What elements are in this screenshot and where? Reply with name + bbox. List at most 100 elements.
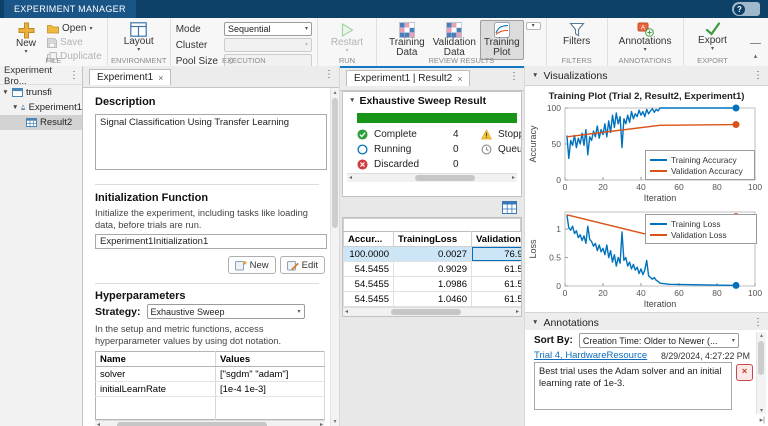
- initialization-function-input[interactable]: [95, 234, 327, 249]
- tab-experiment1[interactable]: Experiment1 ×: [89, 69, 171, 85]
- annotations-scrollbar[interactable]: ▴ ▾: [756, 332, 766, 414]
- hyper-col-values[interactable]: Values: [216, 352, 325, 367]
- table-cell[interactable]: 76.92: [472, 247, 523, 262]
- sweep-hscrollbar[interactable]: ◂ ▸: [347, 173, 517, 182]
- folder-icon: [47, 24, 59, 34]
- table-cell[interactable]: 54.5455: [344, 262, 394, 277]
- export-button[interactable]: Export ▾: [692, 20, 734, 54]
- filters-button[interactable]: Filters: [556, 20, 598, 49]
- close-icon[interactable]: ×: [158, 73, 163, 83]
- table-row[interactable]: initialLearnRate [1e-4 1e-3]: [96, 382, 325, 397]
- panel-menu-icon[interactable]: ⋮: [324, 70, 334, 80]
- tab-result2[interactable]: Experiment1 | Result2 ×: [346, 70, 470, 86]
- result-column-header[interactable]: TrainingLoss: [394, 232, 472, 247]
- training-data-button[interactable]: Training Data: [385, 20, 429, 60]
- annotations-button[interactable]: A Annotations ▾: [615, 20, 676, 55]
- annotation-trial-link[interactable]: Trial 4, HardwareResource: [534, 350, 647, 361]
- run-group-label: RUN: [318, 56, 376, 65]
- arrow-right-icon[interactable]: ▸: [320, 421, 323, 426]
- sort-by-select[interactable]: Creation Time: Older to Newer (... ▾: [579, 333, 739, 348]
- panel-menu-icon[interactable]: ⋮: [69, 71, 79, 81]
- tree-expander-icon[interactable]: ▼: [2, 89, 9, 96]
- plot-gallery-dropdown-button[interactable]: ▾: [526, 22, 541, 30]
- save-button[interactable]: Save: [47, 36, 102, 49]
- table-row[interactable]: 100.00000.002776.92: [344, 247, 523, 262]
- description-textarea[interactable]: Signal Classification Using Transfer Lea…: [95, 114, 327, 170]
- hyper-table-hscrollbar[interactable]: ◂ ▸: [95, 420, 325, 426]
- hyper-cell[interactable]: [1e-4 1e-3]: [216, 382, 325, 397]
- toolstrip-tab-experiment-manager[interactable]: EXPERIMENT MANAGER: [4, 0, 136, 18]
- table-row[interactable]: 54.54551.098661.53: [344, 277, 523, 292]
- warning-icon: [481, 129, 492, 140]
- status-value: 4: [453, 129, 459, 140]
- table-cell[interactable]: 61.53: [472, 277, 523, 292]
- caret-down-icon: ▾: [137, 47, 140, 53]
- panel-menu-icon[interactable]: ⋮: [753, 318, 763, 328]
- arrow-left-icon[interactable]: ◂: [349, 174, 352, 182]
- tree-item-project[interactable]: ▼ trunsfi: [0, 85, 82, 100]
- table-cell[interactable]: 54.5455: [344, 277, 394, 292]
- validation-data-label: Validation Data: [433, 38, 476, 58]
- close-icon[interactable]: ×: [457, 74, 462, 84]
- table-row[interactable]: 54.54550.902961.53: [344, 262, 523, 277]
- table-row[interactable]: 54.54551.046061.53: [344, 292, 523, 307]
- arrow-left-icon[interactable]: ◂: [97, 421, 100, 426]
- result-column-header[interactable]: Accur...: [344, 232, 394, 247]
- hyper-cell[interactable]: solver: [96, 367, 216, 382]
- help-button[interactable]: ?: [732, 2, 760, 16]
- hyper-col-name[interactable]: Name: [96, 352, 216, 367]
- table-cell[interactable]: 0.9029: [394, 262, 472, 277]
- validation-data-button[interactable]: Validation Data: [429, 20, 480, 60]
- result-column-header[interactable]: ValidationAcc...: [472, 232, 523, 247]
- arrow-up-icon[interactable]: ▴: [757, 332, 766, 339]
- open-button[interactable]: Open ▾: [47, 22, 102, 35]
- annotation-note-textarea[interactable]: Best trial uses the Adam solver and an i…: [534, 362, 732, 410]
- arrow-right-icon[interactable]: ▸: [512, 174, 515, 182]
- restart-button[interactable]: Restart ▾: [326, 20, 368, 56]
- experiment-panel-scrollbar[interactable]: ▴ ▾: [330, 88, 339, 426]
- corner-scroll-icon[interactable]: ▸|: [760, 416, 765, 424]
- svg-text:0: 0: [563, 288, 568, 298]
- legend-label: Training Loss: [671, 219, 721, 229]
- table-cell[interactable]: 61.53: [472, 262, 523, 277]
- arrow-up-icon[interactable]: ▴: [331, 89, 339, 96]
- arrow-left-icon[interactable]: ◂: [345, 308, 348, 316]
- mode-select[interactable]: Sequential ▾: [224, 22, 312, 36]
- init-new-button[interactable]: New: [228, 256, 276, 274]
- caret-down-icon: ▾: [732, 338, 735, 344]
- tree-item-result[interactable]: Result2: [0, 115, 82, 130]
- status-running: Running 0: [357, 144, 411, 155]
- cluster-select[interactable]: ▾: [224, 38, 312, 52]
- tree-item-experiment[interactable]: ▼ Experiment1: [0, 100, 82, 115]
- arrow-down-icon[interactable]: ▾: [757, 407, 766, 414]
- hyper-cell[interactable]: initialLearnRate: [96, 382, 216, 397]
- section-collapse-icon[interactable]: ▼: [532, 72, 538, 79]
- new-button[interactable]: New ▾: [5, 20, 47, 57]
- training-plot-button[interactable]: Training Plot: [480, 20, 524, 60]
- tree-expander-icon[interactable]: ▼: [12, 104, 18, 111]
- panel-menu-icon[interactable]: ⋮: [753, 71, 763, 81]
- strategy-select[interactable]: Exhaustive Sweep ▾: [147, 304, 305, 319]
- table-cell[interactable]: 54.5455: [344, 292, 394, 307]
- panel-menu-icon[interactable]: ⋮: [509, 72, 519, 82]
- svg-text:50: 50: [552, 139, 562, 149]
- arrow-down-icon[interactable]: ▾: [331, 418, 339, 425]
- minimize-ribbon-button[interactable]: ▴: [750, 43, 761, 63]
- experiment-manager-window: EXPERIMENT MANAGER ? New ▾ Open ▾ Save: [0, 0, 768, 426]
- table-cell[interactable]: 1.0460: [394, 292, 472, 307]
- section-collapse-icon[interactable]: ▼: [532, 319, 538, 326]
- layout-button[interactable]: Layout ▾: [118, 20, 160, 55]
- table-cell[interactable]: 100.0000: [344, 247, 394, 262]
- svg-text:0: 0: [563, 182, 568, 192]
- arrow-right-icon[interactable]: ▸: [516, 308, 519, 316]
- hyper-cell[interactable]: ["sgdm" "adam"]: [216, 367, 325, 382]
- table-row[interactable]: solver ["sgdm" "adam"]: [96, 367, 325, 382]
- annotation-delete-button[interactable]: ×: [736, 364, 753, 381]
- table-cell[interactable]: 1.0986: [394, 277, 472, 292]
- section-collapse-icon[interactable]: ▼: [349, 97, 355, 104]
- table-view-icon[interactable]: [502, 201, 517, 214]
- result-table-hscrollbar[interactable]: ◂ ▸: [343, 307, 521, 316]
- table-cell[interactable]: 0.0027: [394, 247, 472, 262]
- table-cell[interactable]: 61.53: [472, 292, 523, 307]
- init-edit-button[interactable]: Edit: [280, 256, 325, 274]
